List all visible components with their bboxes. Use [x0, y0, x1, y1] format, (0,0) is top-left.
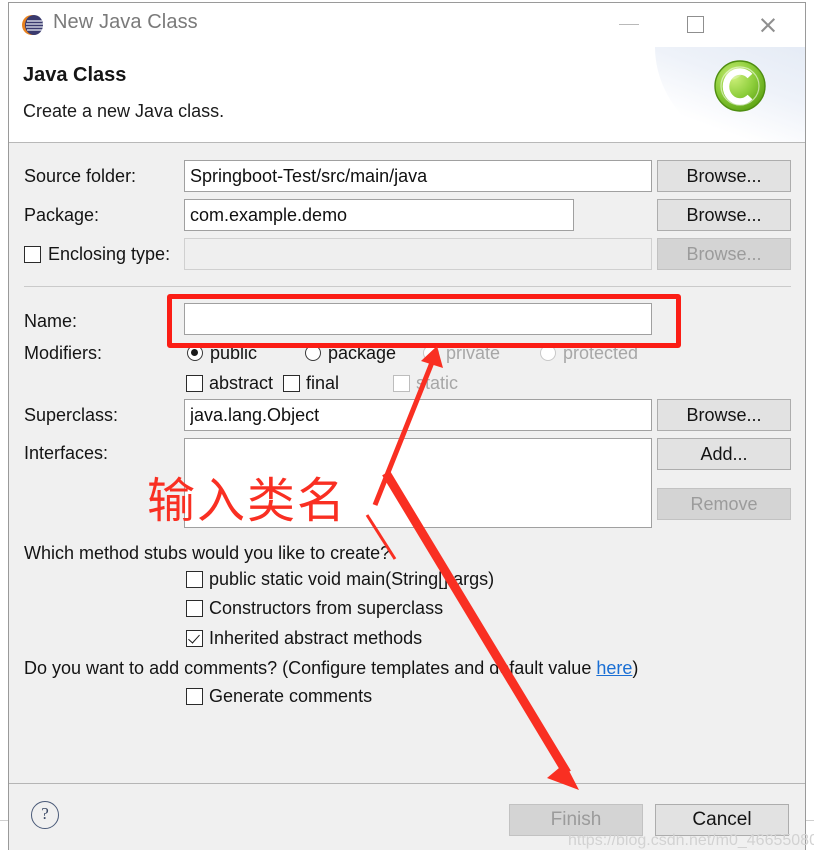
interfaces-label: Interfaces:	[24, 443, 109, 463]
comments-question-prefix: Do you want to add comments? (Configure …	[24, 658, 597, 678]
green-class-icon	[714, 60, 766, 112]
enclosing-type-label: Enclosing type:	[48, 244, 171, 264]
modifier-label-static: static	[416, 373, 459, 393]
maximize-icon	[687, 16, 704, 33]
generate-comments-label: Generate comments	[209, 686, 373, 706]
modifier-checkbox-static[interactable]	[393, 375, 410, 392]
modifier-checkbox-abstract[interactable]	[186, 375, 203, 392]
package-browse-button[interactable]: Browse...	[657, 199, 791, 231]
maximize-button[interactable]	[671, 3, 723, 45]
source-folder-input[interactable]	[184, 160, 652, 192]
close-button[interactable]: ×	[743, 3, 795, 45]
stub-checkbox-main[interactable]	[186, 571, 203, 588]
stub-checkbox-constructors[interactable]	[186, 600, 203, 617]
new-java-class-dialog: New Java Class × Java Class Create a new…	[8, 2, 806, 850]
superclass-input[interactable]	[184, 399, 652, 431]
superclass-browse-button[interactable]: Browse...	[657, 399, 791, 431]
interfaces-add-button[interactable]: Add...	[657, 438, 791, 470]
enclosing-type-browse-button[interactable]: Browse...	[657, 238, 791, 270]
dialog-body: Source folder: Browse... Package: Browse…	[9, 143, 805, 783]
method-stubs-question: Which method stubs would you like to cre…	[24, 543, 391, 563]
title-bar: New Java Class ×	[9, 3, 805, 47]
configure-templates-link[interactable]: here	[596, 658, 632, 678]
name-field-highlight-box	[167, 294, 681, 348]
comments-question-suffix: )	[632, 658, 639, 678]
interfaces-remove-button[interactable]: Remove	[657, 488, 791, 520]
screenshot-root: Resource Path Location Type New Java Cla…	[0, 0, 814, 866]
modifier-label-final: final	[306, 373, 340, 393]
enclosing-type-checkbox[interactable]	[24, 246, 41, 263]
package-label: Package:	[24, 205, 100, 225]
stub-label-constructors: Constructors from superclass	[209, 598, 444, 618]
source-folder-label: Source folder:	[24, 166, 137, 186]
enclosing-type-input[interactable]	[184, 238, 652, 270]
wizard-header: Java Class Create a new Java class.	[9, 47, 805, 143]
help-icon[interactable]: ?	[31, 801, 59, 829]
modifiers-label: Modifiers:	[24, 343, 103, 363]
window-title: New Java Class	[53, 11, 198, 33]
modifier-label-abstract: abstract	[209, 373, 274, 393]
section-divider	[24, 286, 791, 287]
close-icon: ×	[757, 10, 779, 39]
package-input[interactable]	[184, 199, 574, 231]
stub-label-main: public static void main(String[] args)	[209, 569, 495, 589]
annotation-chinese-note: 输入类名	[147, 473, 348, 529]
page-description: Create a new Java class.	[23, 101, 225, 121]
stub-label-inherited: Inherited abstract methods	[209, 628, 423, 648]
superclass-label: Superclass:	[24, 405, 119, 425]
page-title: Java Class	[23, 64, 127, 86]
minimize-button[interactable]	[605, 3, 657, 45]
eclipse-icon	[22, 15, 43, 35]
modifier-checkbox-final[interactable]	[283, 375, 300, 392]
comments-question: Do you want to add comments? (Configure …	[24, 658, 638, 679]
stub-checkbox-inherited[interactable]	[186, 630, 203, 647]
source-folder-browse-button[interactable]: Browse...	[657, 160, 791, 192]
name-label: Name:	[24, 311, 78, 331]
watermark-text: https://blog.csdn.net/m0_46655080	[568, 832, 814, 849]
minimize-icon	[619, 24, 639, 25]
generate-comments-checkbox[interactable]	[186, 688, 203, 705]
